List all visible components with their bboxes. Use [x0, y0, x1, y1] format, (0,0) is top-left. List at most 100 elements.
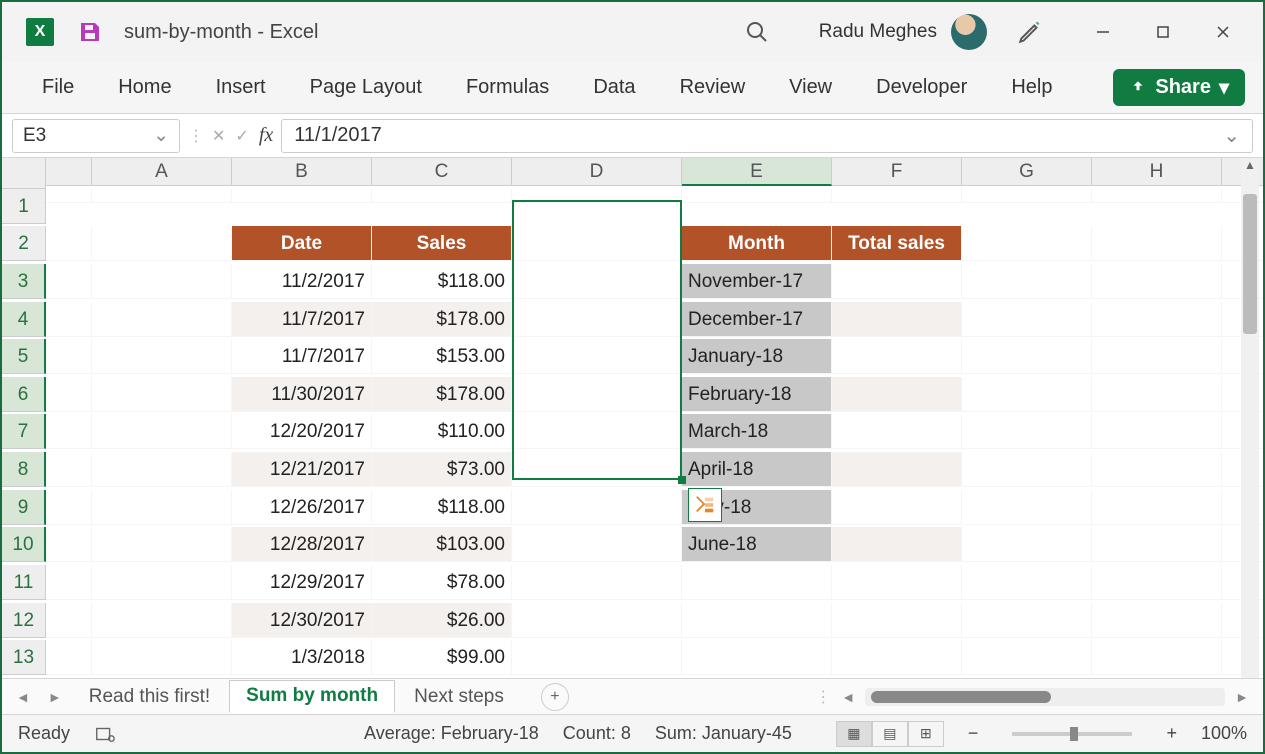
search-icon[interactable]: [745, 20, 769, 44]
cell[interactable]: [1092, 565, 1222, 600]
cell[interactable]: $118.00: [372, 264, 512, 299]
cell[interactable]: [682, 603, 832, 638]
fx-icon[interactable]: fx: [259, 124, 273, 147]
tab-home[interactable]: Home: [96, 62, 193, 113]
cell[interactable]: [512, 377, 682, 412]
cell[interactable]: $99.00: [372, 640, 512, 675]
cell[interactable]: [682, 640, 832, 675]
cell[interactable]: [832, 377, 962, 412]
view-normal-button[interactable]: ▦: [836, 721, 872, 747]
cell[interactable]: [1092, 490, 1222, 525]
close-button[interactable]: [1193, 12, 1253, 52]
cell[interactable]: [92, 603, 232, 638]
cell[interactable]: March-18: [682, 414, 832, 449]
cell[interactable]: [832, 414, 962, 449]
cell[interactable]: [92, 377, 232, 412]
column-header[interactable]: A: [92, 158, 232, 186]
row-header[interactable]: 5: [2, 339, 46, 374]
cell[interactable]: [92, 527, 232, 562]
scrollbar-thumb[interactable]: [1243, 194, 1257, 334]
cell[interactable]: 11/7/2017: [232, 302, 372, 337]
view-page-break-button[interactable]: ⊞: [908, 721, 944, 747]
chevron-down-icon[interactable]: ⌄: [1223, 123, 1240, 148]
cell[interactable]: [832, 640, 962, 675]
cell[interactable]: $178.00: [372, 377, 512, 412]
cell[interactable]: [962, 339, 1092, 374]
cell[interactable]: 11/7/2017: [232, 339, 372, 374]
tab-formulas[interactable]: Formulas: [444, 62, 571, 113]
cell[interactable]: [1092, 640, 1222, 675]
cell[interactable]: [92, 339, 232, 374]
cell[interactable]: [682, 565, 832, 600]
cell[interactable]: [512, 302, 682, 337]
cell[interactable]: [92, 302, 232, 337]
row-header[interactable]: 7: [2, 414, 46, 449]
tab-help[interactable]: Help: [989, 62, 1074, 113]
cell[interactable]: $103.00: [372, 527, 512, 562]
cell[interactable]: 12/29/2017: [232, 565, 372, 600]
pen-icon[interactable]: [1017, 19, 1043, 45]
cell[interactable]: [962, 527, 1092, 562]
enter-icon[interactable]: ✓: [235, 126, 248, 146]
row-header[interactable]: 2: [2, 226, 46, 261]
cell[interactable]: Month: [682, 226, 832, 261]
add-sheet-button[interactable]: +: [541, 683, 569, 711]
row-header[interactable]: 9: [2, 490, 46, 525]
zoom-out-button[interactable]: −: [968, 723, 979, 744]
cell[interactable]: [92, 414, 232, 449]
cell[interactable]: [1092, 189, 1222, 203]
cell[interactable]: [962, 226, 1092, 261]
cell[interactable]: 1/3/2018: [232, 640, 372, 675]
cell[interactable]: [232, 189, 372, 203]
quick-analysis-icon[interactable]: [688, 488, 722, 522]
spreadsheet-grid[interactable]: ABCDEFGHI12DateSalesMonthTotal sales311/…: [2, 158, 1263, 678]
cell[interactable]: [832, 527, 962, 562]
tab-developer[interactable]: Developer: [854, 62, 989, 113]
cell[interactable]: [512, 640, 682, 675]
cell[interactable]: [512, 603, 682, 638]
tab-data[interactable]: Data: [571, 62, 657, 113]
name-box[interactable]: E3 ⌄: [12, 119, 180, 153]
cell[interactable]: [962, 565, 1092, 600]
cell[interactable]: [512, 339, 682, 374]
cell[interactable]: [372, 189, 512, 203]
column-header[interactable]: F: [832, 158, 962, 186]
tab-page-layout[interactable]: Page Layout: [288, 62, 444, 113]
cell[interactable]: [512, 189, 682, 203]
share-button[interactable]: Share ▾: [1113, 69, 1245, 106]
view-page-layout-button[interactable]: ▤: [872, 721, 908, 747]
cell[interactable]: $153.00: [372, 339, 512, 374]
cell[interactable]: [832, 603, 962, 638]
hscroll-left[interactable]: ◄: [833, 689, 863, 705]
chevron-down-icon[interactable]: ⌄: [153, 124, 169, 147]
cell[interactable]: [512, 226, 682, 261]
cancel-icon[interactable]: ✕: [212, 126, 225, 146]
cell[interactable]: [1092, 452, 1222, 487]
column-header[interactable]: G: [962, 158, 1092, 186]
cell[interactable]: 12/26/2017: [232, 490, 372, 525]
user-name[interactable]: Radu Meghes: [819, 21, 937, 43]
zoom-level[interactable]: 100%: [1201, 723, 1247, 744]
cell[interactable]: [92, 490, 232, 525]
column-header[interactable]: B: [232, 158, 372, 186]
cell[interactable]: [832, 339, 962, 374]
cell[interactable]: 12/21/2017: [232, 452, 372, 487]
hscroll-right[interactable]: ►: [1227, 689, 1257, 705]
macro-record-icon[interactable]: [94, 723, 116, 745]
fill-handle[interactable]: [678, 476, 686, 484]
column-header[interactable]: C: [372, 158, 512, 186]
cell[interactable]: 12/30/2017: [232, 603, 372, 638]
cell[interactable]: [962, 640, 1092, 675]
cell[interactable]: [512, 264, 682, 299]
cell[interactable]: 11/2/2017: [232, 264, 372, 299]
cell[interactable]: $26.00: [372, 603, 512, 638]
scroll-up-icon[interactable]: ▲: [1244, 158, 1256, 172]
cell[interactable]: [962, 490, 1092, 525]
cell[interactable]: $110.00: [372, 414, 512, 449]
cell[interactable]: $73.00: [372, 452, 512, 487]
cell[interactable]: [92, 640, 232, 675]
cell[interactable]: [832, 302, 962, 337]
tab-review[interactable]: Review: [658, 62, 768, 113]
cell[interactable]: Total sales: [832, 226, 962, 261]
cell[interactable]: [962, 414, 1092, 449]
